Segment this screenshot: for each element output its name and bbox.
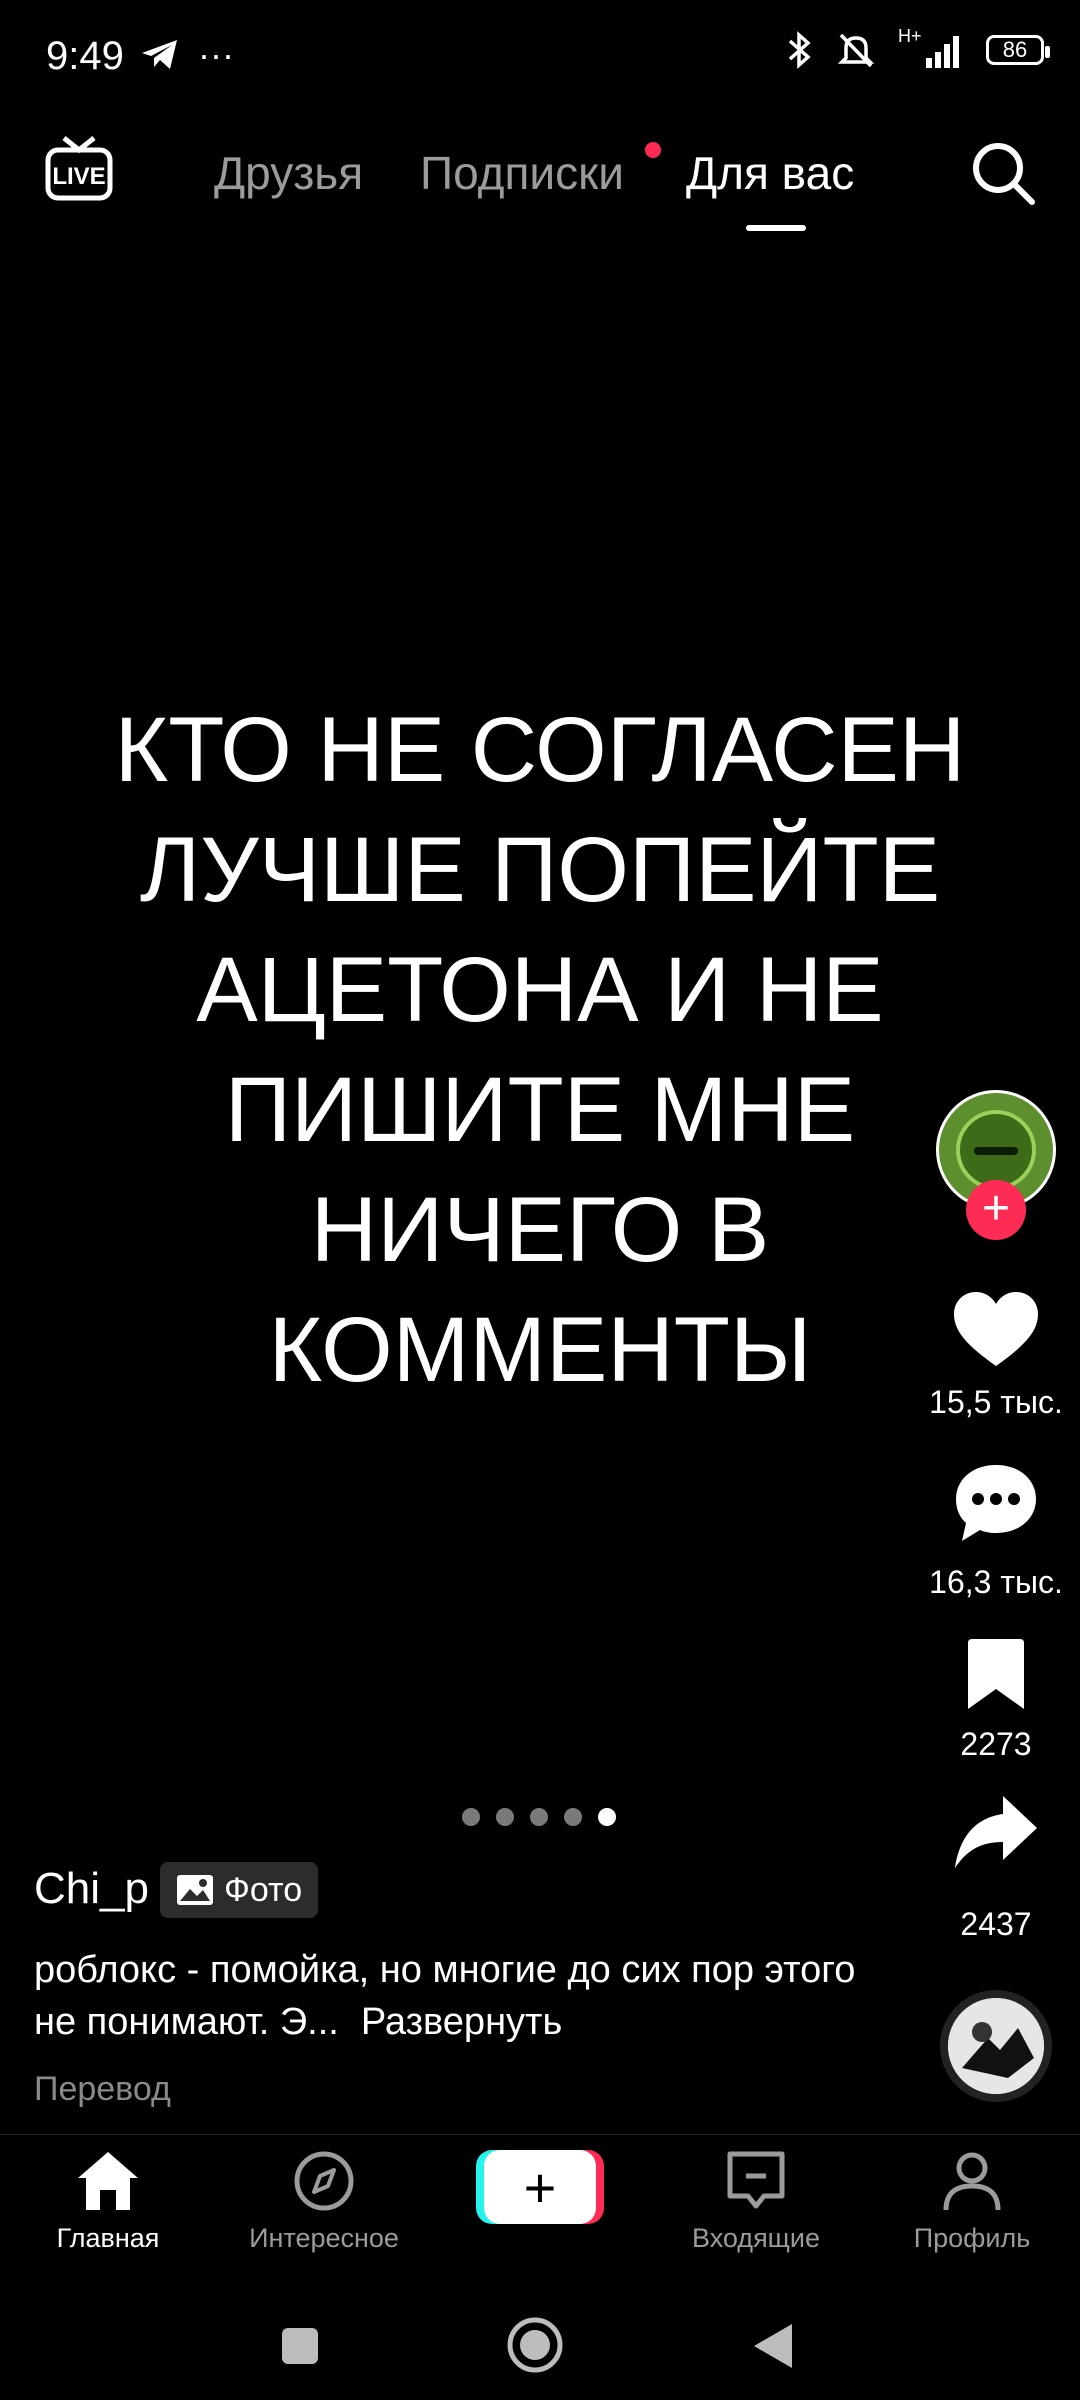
tab-discover-label: Интересное	[249, 2223, 399, 2253]
search-icon[interactable]	[970, 140, 1036, 206]
tab-following[interactable]: Подписки	[420, 146, 624, 200]
comment-icon	[956, 1465, 1036, 1541]
heart-icon	[954, 1292, 1038, 1366]
system-nav-bar	[0, 2284, 1080, 2400]
carousel-dot	[530, 1808, 548, 1826]
comment-count: 16,3 тыс.	[929, 1564, 1063, 1600]
signal-icon: H+	[898, 26, 964, 70]
compass-icon	[294, 2151, 354, 2211]
live-icon[interactable]: LIVE	[44, 136, 114, 202]
recents-icon[interactable]	[280, 2326, 320, 2366]
carousel-indicator	[462, 1808, 616, 1826]
mute-icon	[837, 33, 875, 68]
status-time: 9:49	[46, 34, 124, 78]
share-count: 2437	[960, 1906, 1032, 1942]
telegram-icon	[142, 40, 177, 69]
photo-badge-label: Фото	[224, 1870, 303, 1909]
status-right-icons: H+ 86	[784, 26, 1050, 70]
bookmark-icon	[968, 1639, 1024, 1709]
bluetooth-icon	[788, 31, 811, 69]
image-icon	[177, 1875, 213, 1905]
battery-indicator: 86	[986, 35, 1050, 65]
home-icon	[78, 2152, 138, 2210]
tab-home-label: Главная	[56, 2223, 160, 2253]
like-count: 15,5 тыс.	[929, 1384, 1063, 1420]
tab-discover[interactable]: Интересное	[224, 2150, 424, 2254]
translate-link[interactable]: Перевод	[34, 2070, 171, 2109]
tab-inbox[interactable]: Входящие	[656, 2150, 856, 2254]
carousel-dot	[496, 1808, 514, 1826]
share-icon	[955, 1796, 1037, 1868]
post-image-text: КТО НЕ СОГЛАСЕН ЛУЧШЕ ПОПЕЙТЕ АЦЕТОНА И …	[114, 699, 966, 1401]
carousel-dot	[462, 1808, 480, 1826]
carousel-dot-active	[598, 1808, 616, 1826]
tab-for-you[interactable]: Для вас	[686, 146, 854, 200]
tab-inbox-label: Входящие	[691, 2223, 820, 2253]
carousel-dot	[564, 1808, 582, 1826]
save-button[interactable]	[948, 1626, 1044, 1722]
expand-link[interactable]: Развернуть	[361, 2001, 562, 2043]
comment-button[interactable]	[948, 1456, 1044, 1552]
like-button[interactable]	[948, 1282, 1044, 1378]
tab-profile-label: Профиль	[913, 2223, 1031, 2253]
photo-badge: Фото	[160, 1862, 319, 1918]
status-notification-icons: ···	[140, 34, 234, 76]
inbox-icon	[727, 2151, 785, 2209]
create-button[interactable]: +	[484, 2150, 596, 2224]
avatar-image	[956, 1110, 1036, 1190]
home-nav-icon[interactable]	[506, 2316, 564, 2374]
music-disc[interactable]	[940, 1990, 1052, 2102]
following-notification-dot	[645, 142, 661, 158]
sound-cover-image	[948, 1998, 1044, 2094]
back-icon[interactable]	[752, 2322, 794, 2370]
post-description[interactable]: роблокс - помойка, но многие до сих пор …	[34, 1944, 894, 2048]
svg-text:LIVE: LIVE	[52, 163, 105, 190]
creator-username[interactable]: Chi_p	[34, 1864, 149, 1914]
status-bar: 9:49 ··· H+ 86	[0, 0, 1080, 110]
tab-profile[interactable]: Профиль	[872, 2150, 1072, 2254]
save-count: 2273	[960, 1726, 1032, 1762]
more-notifications-icon: ···	[198, 34, 234, 75]
share-button[interactable]	[948, 1784, 1044, 1880]
plus-icon: +	[523, 2155, 557, 2219]
tab-home[interactable]: Главная	[8, 2150, 208, 2254]
active-tab-indicator	[746, 225, 806, 231]
profile-icon	[943, 2152, 1001, 2211]
follow-button[interactable]: +	[966, 1180, 1026, 1240]
tab-friends[interactable]: Друзья	[214, 146, 363, 200]
